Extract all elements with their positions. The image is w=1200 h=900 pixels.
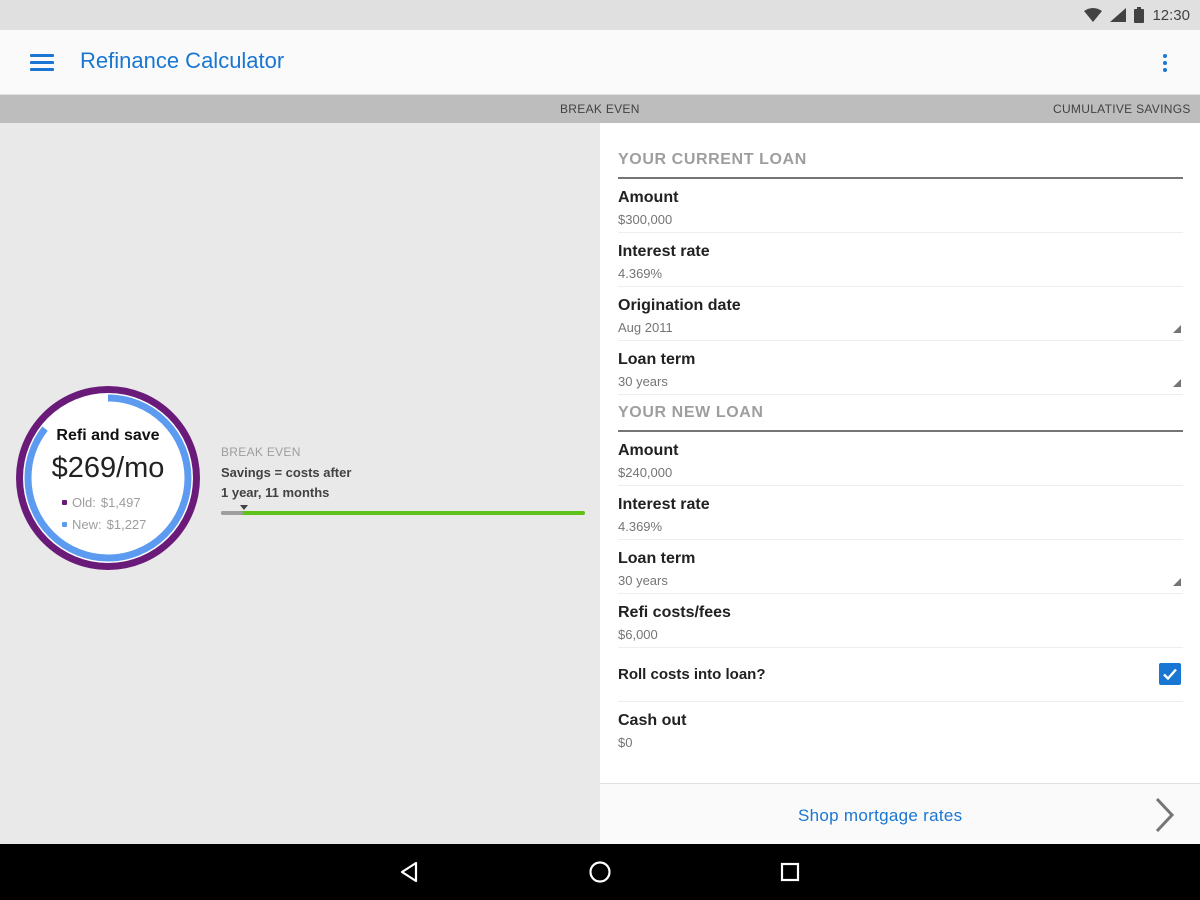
dropdown-caret-icon: [1173, 325, 1181, 333]
tab-break-even[interactable]: BREAK EVEN: [560, 102, 640, 116]
field-value: $0: [618, 735, 633, 750]
field-value: 4.369%: [618, 266, 663, 281]
field-label: Origination date: [618, 297, 741, 314]
dropdown-caret-icon: [1173, 379, 1181, 387]
roll-costs-checkbox[interactable]: [1159, 663, 1181, 685]
refi-costs-field[interactable]: Refi costs/fees $6,000: [618, 594, 1183, 648]
footer: Shop mortgage rates: [600, 783, 1200, 844]
status-bar: 12:30: [0, 0, 1200, 30]
more-vert-icon[interactable]: [1160, 54, 1170, 74]
wifi-icon: [1084, 8, 1103, 22]
summary-title: Refi and save: [56, 427, 160, 444]
roll-costs-label: Roll costs into loan?: [618, 666, 766, 683]
new-payment-label: New:: [72, 517, 102, 532]
results-panel: Refi and save $269/mo Old: $1,497 New: $…: [0, 123, 600, 844]
field-label: Interest rate: [618, 496, 710, 513]
field-label: Loan term: [618, 351, 696, 368]
current-interest-rate-field[interactable]: Interest rate 4.369%: [618, 233, 1183, 287]
cash-out-field[interactable]: Cash out $0: [618, 702, 1183, 756]
old-payment-value: $1,497: [100, 495, 141, 510]
field-label: Interest rate: [618, 243, 710, 260]
new-amount-field[interactable]: Amount $240,000: [618, 432, 1183, 486]
current-loan-term-select[interactable]: Loan term 30 years: [618, 341, 1183, 395]
system-nav-bar: [0, 844, 1200, 900]
old-legend-dot: [62, 500, 67, 505]
new-loan-term-select[interactable]: Loan term 30 years: [618, 540, 1183, 594]
break-even-bar: [221, 511, 585, 515]
field-value: $6,000: [618, 627, 658, 642]
menu-icon[interactable]: [30, 54, 54, 72]
origination-date-select[interactable]: Origination date Aug 2011: [618, 287, 1183, 341]
field-label: Refi costs/fees: [618, 604, 731, 621]
tab-strip: BREAK EVEN CUMULATIVE SAVINGS: [0, 95, 1200, 123]
inputs-panel: YOUR CURRENT LOAN Amount $300,000 Intere…: [600, 123, 1200, 844]
signal-icon: [1110, 8, 1127, 22]
chevron-right-icon[interactable]: [1152, 797, 1178, 833]
current-loan-header: YOUR CURRENT LOAN: [618, 151, 1183, 179]
new-interest-rate-field[interactable]: Interest rate 4.369%: [618, 486, 1183, 540]
battery-icon: [1134, 7, 1145, 23]
field-value: 30 years: [618, 573, 668, 588]
status-time: 12:30: [1152, 6, 1190, 24]
field-value: $300,000: [618, 212, 673, 227]
field-label: Amount: [618, 189, 679, 206]
roll-costs-row: Roll costs into loan?: [618, 646, 1183, 702]
old-payment-label: Old:: [72, 495, 96, 510]
break-even-line2: 1 year, 11 months: [221, 485, 330, 500]
tab-cumulative-savings[interactable]: CUMULATIVE SAVINGS: [1053, 102, 1191, 116]
shop-mortgage-rates-link[interactable]: Shop mortgage rates: [798, 806, 962, 826]
back-icon[interactable]: [398, 860, 422, 884]
new-payment: New: $1,227: [62, 517, 146, 532]
new-payment-value: $1,227: [106, 517, 147, 532]
field-value: 30 years: [618, 374, 668, 389]
old-payment: Old: $1,497: [62, 495, 141, 510]
break-even-label: BREAK EVEN: [221, 445, 301, 459]
ring-summary: Refi and save $269/mo Old: $1,497 New: $…: [12, 382, 204, 574]
field-label: Loan term: [618, 550, 696, 567]
app-bar: Refinance Calculator: [0, 30, 1200, 95]
dropdown-caret-icon: [1173, 578, 1181, 586]
field-label: Amount: [618, 442, 679, 459]
page-title: Refinance Calculator: [80, 48, 285, 73]
recents-icon[interactable]: [778, 860, 802, 884]
field-value: 4.369%: [618, 519, 663, 534]
field-label: Cash out: [618, 712, 687, 729]
monthly-savings: $269/mo: [51, 452, 165, 484]
current-amount-field[interactable]: Amount $300,000: [618, 179, 1183, 233]
break-even-line1: Savings = costs after: [221, 465, 352, 480]
home-icon[interactable]: [588, 860, 612, 884]
check-icon: [1163, 668, 1177, 681]
break-even-bar-elapsed: [221, 511, 243, 515]
field-value: Aug 2011: [618, 320, 673, 335]
new-legend-dot: [62, 522, 67, 527]
break-even-marker: [240, 505, 248, 510]
new-loan-header: YOUR NEW LOAN: [618, 404, 1183, 432]
field-value: $240,000: [618, 465, 673, 480]
